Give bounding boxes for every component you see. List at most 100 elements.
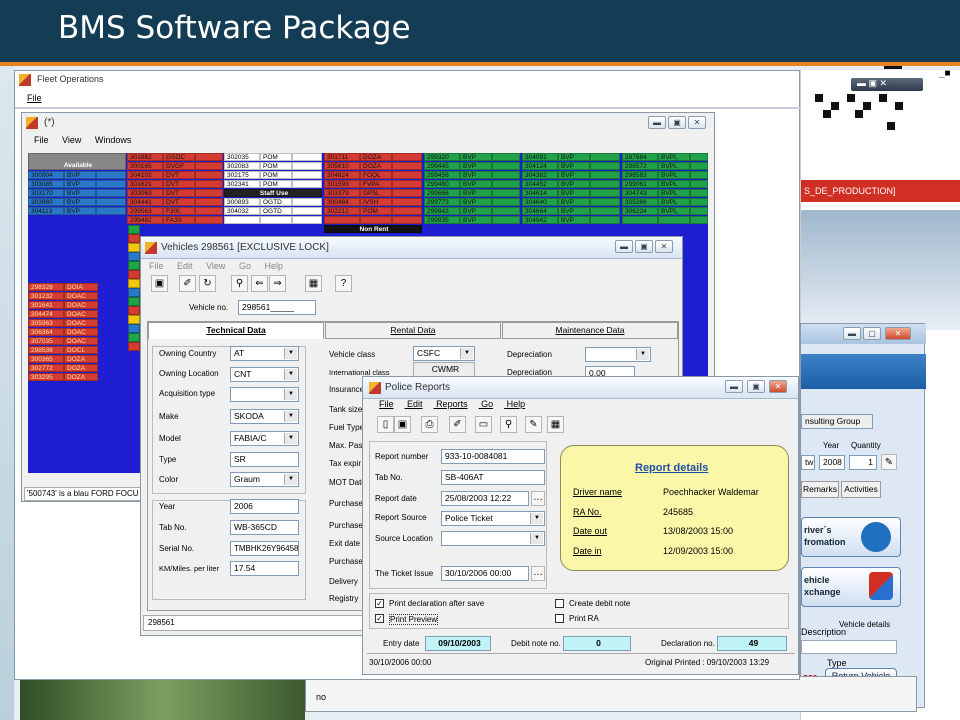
grid-cell[interactable]: BVP <box>460 189 492 198</box>
grid-cell[interactable]: 302341 <box>224 180 260 189</box>
grid-cell[interactable]: 302035 <box>224 153 260 162</box>
grid-cell[interactable]: BVP <box>64 171 96 180</box>
grid-cell[interactable] <box>195 153 223 162</box>
grid-cell[interactable]: DOZA <box>360 153 392 162</box>
police-minimize-button[interactable]: ▬ <box>725 380 743 393</box>
vehicle-no-field[interactable]: 298561_____ <box>238 300 316 315</box>
grid-cell[interactable] <box>195 180 223 189</box>
police-restore-button[interactable]: ▣ <box>747 380 765 393</box>
grid-cell[interactable]: BVP <box>460 216 492 225</box>
grid-cell[interactable]: DOAC <box>64 337 98 346</box>
grid-cell[interactable]: 302175 <box>224 171 260 180</box>
save-icon[interactable]: ▣ <box>151 275 168 292</box>
ticket-issue-picker[interactable]: … <box>531 566 545 581</box>
grid-cell[interactable]: 301593 <box>324 180 360 189</box>
grid-cell[interactable]: 304102 <box>127 171 163 180</box>
grid-cell[interactable]: DVT <box>163 180 195 189</box>
grid-cell[interactable]: 302083 <box>224 162 260 171</box>
grid-cell[interactable]: 300165 <box>127 162 163 171</box>
grid-cell[interactable]: FOQL <box>360 171 392 180</box>
print-ra-checkbox[interactable] <box>555 614 564 623</box>
grid-cell[interactable]: 300904 <box>28 171 64 180</box>
police-menu-reports[interactable]: Reports <box>436 399 468 409</box>
print-icon[interactable]: ⎙ <box>421 416 438 433</box>
grid-cell[interactable] <box>195 189 223 198</box>
grid-cell[interactable]: BVP <box>64 198 96 207</box>
km-per-liter-field[interactable]: 17.54 <box>230 561 299 576</box>
grid-cell[interactable]: POM <box>260 162 292 171</box>
type-field[interactable]: SR <box>230 452 299 467</box>
police-menu-go[interactable]: Go <box>481 399 493 409</box>
grid-cell[interactable]: FA3S <box>163 216 195 225</box>
grid-cell[interactable]: DOAC <box>64 328 98 337</box>
vehicles-menu-go[interactable]: Go <box>239 261 251 271</box>
grid-cell[interactable]: 300365 <box>28 355 64 364</box>
grid-cell[interactable]: GP5L <box>360 189 392 198</box>
grid-cell[interactable]: 304664 <box>522 207 558 216</box>
vehicles-menu-help[interactable]: Help <box>264 261 283 271</box>
grid-cell[interactable]: DOAC <box>64 301 98 310</box>
binoculars-icon[interactable]: ⚲ <box>500 416 517 433</box>
inner-restore-button[interactable]: ▣ <box>668 116 686 129</box>
grid-cell[interactable]: BVPL <box>658 180 690 189</box>
grid-cell[interactable]: 298583 <box>622 171 658 180</box>
grid-cell[interactable]: BVP <box>558 198 590 207</box>
grid-cell[interactable]: BVP <box>558 180 590 189</box>
grid-cell[interactable] <box>195 207 223 216</box>
forward-icon[interactable]: ⇒ <box>269 275 286 292</box>
inner-menu-windows[interactable]: Windows <box>95 135 132 145</box>
grid-cell[interactable]: 304474 <box>28 310 64 319</box>
grid-cell[interactable] <box>392 216 422 225</box>
vehicles-minimize-button[interactable]: ▬ <box>615 240 633 253</box>
grid-cell[interactable]: 301862 <box>127 153 163 162</box>
tab-maintenance-data[interactable]: Maintenance Data <box>502 322 678 339</box>
grid-cell[interactable]: 304441 <box>127 198 163 207</box>
grid-cell[interactable]: BVP <box>64 189 96 198</box>
inner-close-button[interactable]: ✕ <box>688 116 706 129</box>
tw-field[interactable]: tw <box>801 455 815 470</box>
save-icon[interactable]: ▣ <box>394 416 411 433</box>
grid-cell[interactable]: FVPA <box>360 180 392 189</box>
help-icon[interactable]: ? <box>335 275 352 292</box>
grid-cell[interactable]: BVP <box>460 207 492 216</box>
grid-cell[interactable]: OGTD <box>260 198 292 207</box>
grid-cell[interactable] <box>292 180 322 189</box>
print-declaration-checkbox[interactable]: ✓ <box>375 599 384 608</box>
grid-cell[interactable] <box>292 162 322 171</box>
grid-cell[interactable] <box>96 189 126 198</box>
grid-cell[interactable] <box>392 189 422 198</box>
grid-cell[interactable] <box>492 180 520 189</box>
grid-cell[interactable]: 303063 <box>127 189 163 198</box>
grid-cell[interactable]: 299563 <box>127 207 163 216</box>
grid-cell[interactable]: 301621 <box>127 180 163 189</box>
grid-cell[interactable] <box>96 198 126 207</box>
print-preview-checkbox[interactable]: ✓ <box>375 614 384 623</box>
quantity-field[interactable]: 1 <box>849 455 877 470</box>
broom-icon[interactable]: ✐ <box>179 275 196 292</box>
grid-cell[interactable]: BVPL <box>658 171 690 180</box>
report-date-picker[interactable]: … <box>531 491 545 506</box>
grid-cell[interactable]: BVP <box>558 171 590 180</box>
vehicles-menu-file[interactable]: File <box>149 261 164 271</box>
grid-cell[interactable] <box>195 198 223 207</box>
tab-technical-data[interactable]: Technical Data <box>148 322 324 339</box>
grid-cell[interactable]: 304113 <box>28 207 64 216</box>
grid-cell[interactable]: POM <box>260 180 292 189</box>
driver-name-label[interactable]: Driver name <box>573 487 622 497</box>
grid-cell[interactable]: 304124 <box>522 162 558 171</box>
grid-cell[interactable]: DVGF <box>163 162 195 171</box>
acquisition-type-select[interactable] <box>230 387 299 402</box>
grid-cell[interactable]: BVP <box>460 198 492 207</box>
grid-cell[interactable] <box>392 180 422 189</box>
fleet-menu-file[interactable]: File <box>27 93 42 103</box>
inner-menu-view[interactable]: View <box>62 135 81 145</box>
calculator-icon[interactable]: ▦ <box>547 416 564 433</box>
grid-cell[interactable]: BVP <box>558 207 590 216</box>
grid-cell[interactable]: 306224 <box>622 207 658 216</box>
grid-cell[interactable] <box>690 216 708 225</box>
year-field[interactable]: 2008 <box>819 455 845 470</box>
grid-cell[interactable] <box>492 189 520 198</box>
grid-cell[interactable]: DOAC <box>64 319 98 328</box>
grid-cell[interactable] <box>590 189 620 198</box>
vehicles-close-button[interactable]: ✕ <box>655 240 673 253</box>
